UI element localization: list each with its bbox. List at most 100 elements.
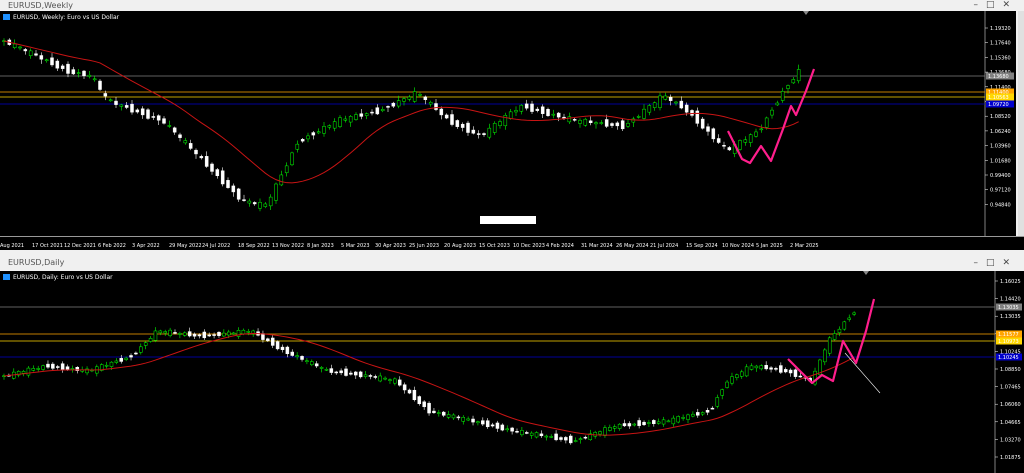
daily-candle-body xyxy=(632,423,637,426)
weekly-candle-body xyxy=(215,169,220,177)
weekly-candle-body xyxy=(508,111,513,120)
daily-candle-body xyxy=(485,420,490,428)
weekly-candle-body xyxy=(322,126,326,134)
daily-candle-body xyxy=(231,332,236,335)
weekly-candle-body xyxy=(450,114,454,125)
weekly-candle-body xyxy=(39,55,44,60)
daily-candle-body xyxy=(666,420,671,423)
weekly-candle-body xyxy=(572,119,577,121)
weekly-candle-body xyxy=(140,108,145,116)
weekly-date-tick-label: 13 Nov 2022 xyxy=(272,243,304,249)
weekly-candle-body xyxy=(44,59,49,62)
daily-candle-body xyxy=(207,334,211,337)
daily-price-tick-label: 1.13035 xyxy=(1000,314,1021,320)
daily-candle-body xyxy=(388,379,392,381)
daily-candle-body xyxy=(285,346,290,355)
weekly-candle-body xyxy=(578,120,582,124)
daily-price-tick-label: 1.01875 xyxy=(1000,455,1021,461)
weekly-price-tag-label-yellow: 1.10563 xyxy=(988,95,1009,101)
weekly-candle-body xyxy=(594,122,598,125)
weekly-candle-body xyxy=(727,147,732,151)
daily-candle-body xyxy=(280,346,285,350)
weekly-chart-window: EURUSD,Weekly –□✕ 1.19320 1.17640 1.15360 1… xyxy=(0,0,1024,250)
weekly-window-controls[interactable]: –□✕ xyxy=(973,0,1018,11)
daily-candle-body xyxy=(544,435,549,438)
weekly-candle-body xyxy=(658,95,662,108)
daily-candle-body xyxy=(788,369,793,374)
daily-candle-body xyxy=(314,363,319,367)
daily-candle-body xyxy=(270,337,275,346)
daily-candle-body xyxy=(334,371,338,374)
weekly-candle-body xyxy=(716,138,721,143)
weekly-candle-body xyxy=(332,121,337,129)
daily-candle-body xyxy=(46,363,50,368)
daily-candle-body xyxy=(525,432,529,434)
weekly-candle-body xyxy=(530,103,534,112)
daily-candle-body xyxy=(573,440,578,442)
weekly-candle-body xyxy=(18,46,22,49)
daily-price-tag-label-blue: 1.10245 xyxy=(998,355,1019,361)
weekly-date-tick-label: 10 Dec 2023 xyxy=(513,243,545,249)
weekly-chart[interactable]: 1.193201.176401.153601.136801.114001.097… xyxy=(0,11,1016,236)
weekly-candle-body xyxy=(274,183,278,201)
weekly-candle-body xyxy=(770,109,774,116)
weekly-candle-body xyxy=(114,100,118,105)
weekly-candle-body xyxy=(503,114,508,127)
weekly-candle-body xyxy=(162,118,166,124)
weekly-candle-body xyxy=(482,133,486,135)
weekly-candle-body xyxy=(674,101,678,104)
weekly-candle-body xyxy=(407,96,412,100)
daily-candle-body xyxy=(266,338,270,342)
weekly-candle-body xyxy=(722,145,726,147)
weekly-candle-body xyxy=(487,127,492,138)
daily-candle-body xyxy=(222,332,226,337)
weekly-candle-body xyxy=(279,174,284,186)
daily-price-tick-label: 1.06060 xyxy=(1000,402,1021,408)
weekly-candle-body xyxy=(188,143,193,149)
daily-candle-body xyxy=(568,435,573,444)
daily-candle-body xyxy=(173,332,177,334)
daily-chart[interactable]: 1.16025 1.14420 1.13035 1.11577 1.10245 1.088… xyxy=(0,271,1024,473)
weekly-candle-body xyxy=(92,78,97,81)
weekly-candle-body xyxy=(695,110,700,124)
daily-candle-body xyxy=(847,317,851,320)
weekly-candle-body xyxy=(103,93,108,97)
daily-candle-body xyxy=(383,377,387,380)
daily-trendline xyxy=(844,352,881,394)
daily-candle-body xyxy=(417,396,422,405)
weekly-candle-body xyxy=(700,118,705,129)
weekly-candle-body xyxy=(524,103,529,109)
weekly-price-tick-label: 0.99400 xyxy=(990,173,1011,179)
weekly-candle-body xyxy=(514,110,518,113)
daily-candle-body xyxy=(21,371,26,374)
weekly-candle-body xyxy=(194,149,198,155)
weekly-date-tick-label: 31 Mar 2024 xyxy=(581,243,613,249)
weekly-scrollbar[interactable] xyxy=(1018,11,1024,236)
weekly-window-title: EURUSD,Weekly xyxy=(8,1,73,10)
weekly-symbol-icon xyxy=(3,14,10,20)
weekly-candle-body xyxy=(780,91,785,101)
weekly-candle-body xyxy=(375,107,380,115)
daily-candle-body xyxy=(783,369,788,373)
weekly-candle-body xyxy=(146,109,150,119)
daily-candle-body xyxy=(168,329,172,336)
daily-candle-body xyxy=(715,397,720,407)
daily-candle-body xyxy=(598,431,602,435)
weekly-candle-body xyxy=(28,50,33,56)
weekly-candle-body xyxy=(82,70,86,77)
weekly-candle-body xyxy=(316,131,321,134)
daily-candle-body xyxy=(720,389,724,396)
weekly-candle-body xyxy=(599,122,604,124)
weekly-candle-body xyxy=(679,100,684,109)
weekly-candle-body xyxy=(172,127,177,133)
daily-price-tag-label-yellow: 1.10973 xyxy=(998,339,1019,345)
daily-candle-body xyxy=(310,361,314,366)
weekly-candle-body xyxy=(71,69,76,75)
daily-window-controls[interactable]: –□✕ xyxy=(973,256,1018,270)
weekly-candle-body xyxy=(567,116,572,123)
daily-titlebar: EURUSD,Daily –□✕ xyxy=(0,256,1024,270)
weekly-candle-body xyxy=(636,116,641,118)
weekly-candle-body xyxy=(124,105,129,108)
daily-candle-body xyxy=(622,423,627,427)
daily-candle-body xyxy=(466,418,470,421)
